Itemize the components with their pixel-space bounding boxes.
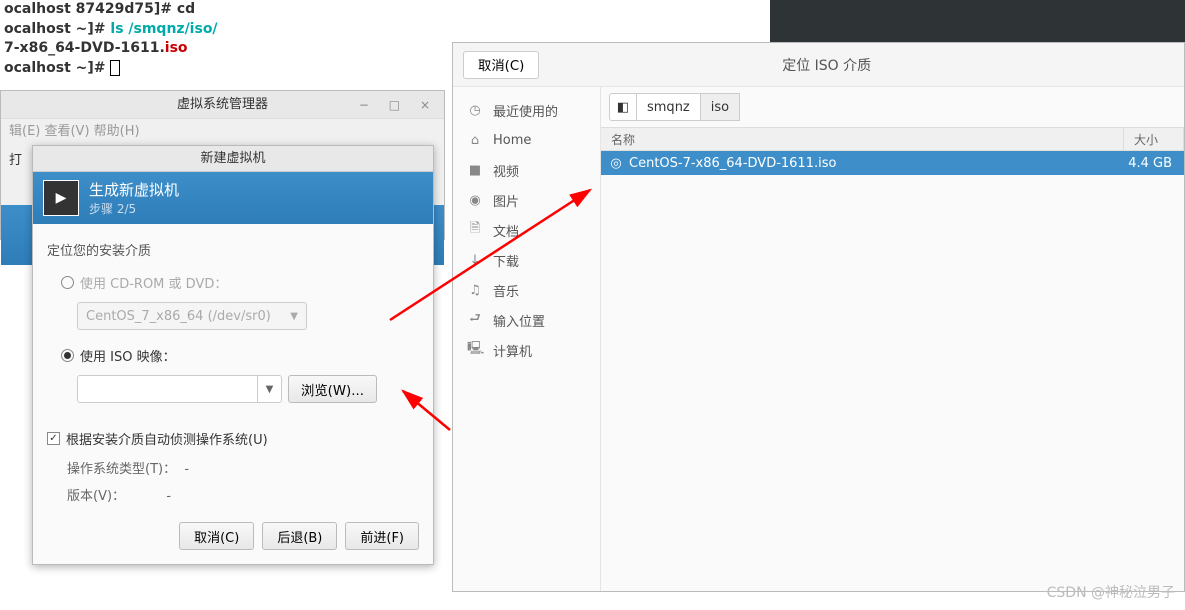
terminal-line: ocalhost ~]# ls /smqnz/iso/ [4,20,766,40]
wizard-header-title: 生成新虚拟机 [89,179,179,200]
cdrom-combo: CentOS_7_x86_64 (/dev/sr0)▼ [77,302,307,330]
file-chooser-sidebar: ◷最近使用的 ⌂Home ■视频 ◉图片 🗎文档 ↓下载 ♫音乐 ⮐输入位置 🖳… [453,87,601,591]
new-vm-wizard: 新建虚拟机 生成新虚拟机 步骤 2/5 定位您的安装介质 使用 CD-ROM 或… [32,145,434,565]
window-title: 虚拟系统管理器 [177,97,268,112]
file-chooser-title: 定位 ISO 介质 [549,55,1184,75]
sidebar-item-home[interactable]: ⌂Home [453,125,600,155]
column-size[interactable]: 大小 [1124,128,1184,150]
location-icon: ⮐ [467,309,483,331]
wizard-titlebar[interactable]: 新建虚拟机 [33,146,433,172]
wizard-header: 生成新虚拟机 步骤 2/5 [33,172,433,224]
sidebar-item-enter-location[interactable]: ⮐输入位置 [453,305,600,335]
document-icon: 🗎 [467,219,483,241]
forward-button[interactable]: 前进(F) [345,522,419,550]
radio-cdrom-row[interactable]: 使用 CD-ROM 或 DVD： [47,267,419,298]
version-value: - [166,489,171,504]
video-icon: ■ [467,163,483,178]
radio-iso-label: 使用 ISO 映像： [80,346,176,365]
file-size: 4.4 GB [1118,156,1178,171]
chevron-down-icon: ▼ [290,311,298,322]
os-type-value: - [184,462,189,477]
version-label: 版本(V)： [67,489,125,504]
terminal-line: ocalhost 87429d75]# cd [4,0,766,20]
breadcrumb-root[interactable]: ◧ [609,93,637,121]
radio-iso[interactable] [61,349,74,362]
chevron-down-icon[interactable]: ▼ [257,376,281,402]
window-controls[interactable]: − □ × [359,91,438,119]
menu-bar[interactable]: 辑(E) 查看(V) 帮助(H) [1,119,444,145]
autodetect-row[interactable]: ✓ 根据安装介质自动侦测操作系统(U) [47,423,419,454]
camera-icon: ◉ [467,193,483,208]
iso-path-combo[interactable]: ▼ [77,375,282,403]
watermark: CSDN @神秘泣男子 [1047,582,1175,602]
sidebar-item-music[interactable]: ♫音乐 [453,275,600,305]
radio-cdrom-label: 使用 CD-ROM 或 DVD： [80,273,227,292]
sidebar-item-downloads[interactable]: ↓下载 [453,245,600,275]
os-type-label: 操作系统类型(T)： [67,462,176,477]
autodetect-checkbox[interactable]: ✓ [47,432,60,445]
desktop-panel [770,0,1185,42]
breadcrumb: ◧ smqnz iso [601,87,1184,127]
back-button[interactable]: 后退(B) [262,522,337,550]
browse-button[interactable]: 浏览(W)... [288,375,377,403]
computer-icon: 🖳 [467,339,483,361]
music-icon: ♫ [467,283,483,298]
file-chooser-cancel-button[interactable]: 取消(C) [463,51,539,79]
sidebar-item-computer[interactable]: 🖳计算机 [453,335,600,365]
iso-file-icon: ◎ [607,156,625,171]
cancel-button[interactable]: 取消(C) [179,522,254,550]
window-titlebar[interactable]: 虚拟系统管理器 − □ × [1,91,444,119]
file-name: CentOS-7-x86_64-DVD-1611.iso [625,156,1118,171]
sidebar-item-pictures[interactable]: ◉图片 [453,185,600,215]
sidebar-item-documents[interactable]: 🗎文档 [453,215,600,245]
breadcrumb-iso[interactable]: iso [700,93,740,121]
file-chooser-dialog: 取消(C) 定位 ISO 介质 ◷最近使用的 ⌂Home ■视频 ◉图片 🗎文档… [452,42,1185,592]
file-list-header: 名称 大小 [601,127,1184,151]
sidebar-item-recent[interactable]: ◷最近使用的 [453,95,600,125]
download-icon: ↓ [467,253,483,268]
column-name[interactable]: 名称 [601,128,1124,150]
clock-icon: ◷ [467,103,483,118]
radio-cdrom[interactable] [61,276,74,289]
section-label: 定位您的安装介质 [47,240,419,259]
wizard-step-label: 步骤 2/5 [89,200,179,217]
radio-iso-row[interactable]: 使用 ISO 映像： [47,340,419,371]
vm-icon [43,180,79,216]
autodetect-label: 根据安装介质自动侦测操作系统(U) [66,429,268,448]
sidebar-item-videos[interactable]: ■视频 [453,155,600,185]
breadcrumb-smqnz[interactable]: smqnz [636,93,701,121]
iso-path-input[interactable] [78,376,257,402]
file-row-selected[interactable]: ◎ CentOS-7-x86_64-DVD-1611.iso 4.4 GB [601,151,1184,175]
file-chooser-header: 取消(C) 定位 ISO 介质 [453,43,1184,87]
home-icon: ⌂ [467,133,483,148]
